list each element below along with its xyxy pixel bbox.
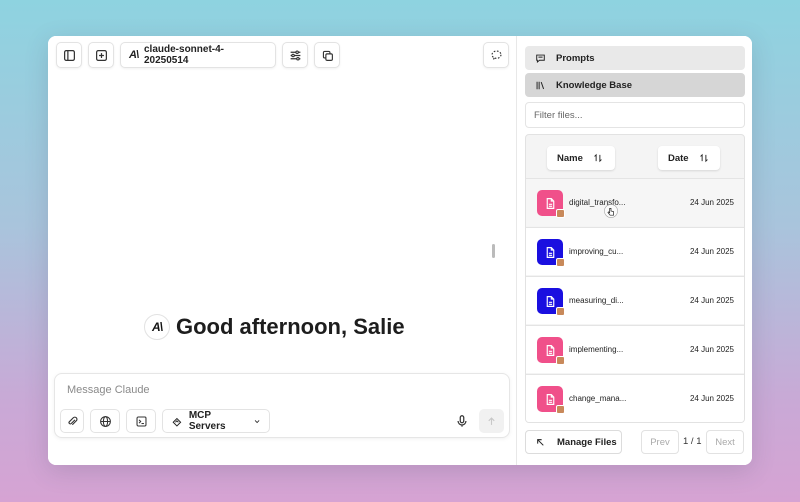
nav-prompts[interactable]: Prompts bbox=[525, 46, 745, 70]
file-type-badge bbox=[556, 405, 565, 414]
side-panel: Prompts Knowledge Base Name Date digital… bbox=[516, 36, 752, 465]
lasso-select-button[interactable] bbox=[483, 42, 509, 68]
file-icon bbox=[537, 288, 565, 316]
prev-page-button[interactable]: Prev bbox=[641, 430, 679, 454]
file-type-badge bbox=[556, 209, 565, 218]
file-name: improving_cu... bbox=[569, 247, 624, 256]
globe-icon bbox=[99, 415, 111, 427]
greeting: A\ Good afternoon, Salie bbox=[144, 314, 405, 340]
file-icon bbox=[537, 337, 565, 365]
file-list: Name Date digital_transfo... 24 Jun 2025 i… bbox=[525, 134, 745, 423]
file-date: 24 Jun 2025 bbox=[689, 296, 734, 305]
manage-files-label: Manage Files bbox=[557, 436, 617, 448]
new-chat-button[interactable] bbox=[88, 42, 114, 68]
sidebar-icon bbox=[63, 49, 75, 61]
app-window: A\ claude-sonnet-4-20250514 A\ Good afte… bbox=[48, 36, 752, 465]
file-date: 24 Jun 2025 bbox=[689, 247, 734, 256]
scrollbar[interactable] bbox=[492, 244, 495, 258]
copy-icon bbox=[322, 50, 333, 61]
sort-by-name-button[interactable]: Name bbox=[547, 146, 615, 170]
terminal-icon bbox=[136, 416, 146, 426]
date-column-header: Date bbox=[668, 152, 689, 164]
model-selector-button[interactable]: A\ claude-sonnet-4-20250514 bbox=[120, 42, 276, 68]
manage-files-button[interactable]: Manage Files bbox=[525, 430, 622, 454]
sort-by-date-button[interactable]: Date bbox=[658, 146, 720, 170]
paperclip-icon bbox=[67, 416, 77, 425]
file-icon bbox=[537, 239, 565, 267]
message-input[interactable] bbox=[67, 384, 447, 396]
microphone-icon bbox=[457, 415, 467, 427]
chevron-down-icon bbox=[254, 419, 260, 423]
file-row[interactable]: digital_transfo... 24 Jun 2025 bbox=[526, 178, 744, 226]
file-icon bbox=[537, 190, 565, 218]
sliders-icon bbox=[290, 49, 300, 61]
greeting-text: Good afternoon, Salie bbox=[176, 314, 405, 339]
file-icon bbox=[537, 386, 565, 414]
library-icon bbox=[536, 81, 545, 89]
attach-button[interactable] bbox=[60, 409, 84, 433]
file-row[interactable]: measuring_di... 24 Jun 2025 bbox=[526, 276, 744, 324]
file-name: measuring_di... bbox=[569, 296, 624, 305]
file-name: change_mana... bbox=[569, 394, 627, 403]
file-type-badge bbox=[556, 258, 565, 267]
mcp-servers-dropdown[interactable]: MCP Servers bbox=[162, 409, 270, 433]
sort-arrows-icon bbox=[594, 153, 602, 163]
file-date: 24 Jun 2025 bbox=[689, 198, 734, 207]
chat-panel: A\ claude-sonnet-4-20250514 A\ Good afte… bbox=[48, 36, 516, 465]
web-search-button[interactable] bbox=[90, 409, 120, 433]
nav-prompts-label: Prompts bbox=[556, 52, 595, 64]
hand-cursor-icon bbox=[604, 204, 618, 218]
name-column-header: Name bbox=[557, 152, 583, 164]
sort-arrows-icon bbox=[699, 153, 708, 163]
anthropic-logo-icon: A\ bbox=[129, 49, 139, 61]
copy-button[interactable] bbox=[314, 42, 340, 68]
filter-files-input[interactable] bbox=[525, 102, 745, 128]
file-date: 24 Jun 2025 bbox=[689, 394, 734, 403]
file-row[interactable]: improving_cu... 24 Jun 2025 bbox=[526, 227, 744, 275]
file-row[interactable]: implementing... 24 Jun 2025 bbox=[526, 325, 744, 373]
file-type-badge bbox=[556, 356, 565, 365]
file-date: 24 Jun 2025 bbox=[689, 345, 734, 354]
file-row[interactable]: change_mana... 24 Jun 2025 bbox=[526, 374, 744, 422]
arrow-up-icon bbox=[488, 416, 495, 425]
mcp-icon bbox=[172, 417, 182, 427]
toggle-sidebar-button[interactable] bbox=[56, 42, 82, 68]
claude-logo-icon: A\ bbox=[144, 314, 170, 340]
page-indicator: 1 / 1 bbox=[683, 436, 702, 447]
message-square-icon bbox=[536, 54, 545, 63]
send-button[interactable] bbox=[479, 409, 504, 433]
mcp-servers-label: MCP Servers bbox=[188, 410, 226, 432]
nav-knowledge-base-label: Knowledge Base bbox=[556, 79, 633, 91]
file-name: implementing... bbox=[569, 345, 624, 354]
next-page-button[interactable]: Next bbox=[706, 430, 744, 454]
file-type-badge bbox=[556, 307, 565, 316]
terminal-button[interactable] bbox=[126, 409, 156, 433]
voice-input-button[interactable] bbox=[453, 412, 471, 430]
settings-button[interactable] bbox=[282, 42, 308, 68]
message-composer: MCP Servers bbox=[54, 373, 510, 438]
arrow-up-left-icon bbox=[537, 438, 544, 446]
nav-knowledge-base[interactable]: Knowledge Base bbox=[525, 73, 745, 97]
model-name: claude-sonnet-4-20250514 bbox=[144, 44, 225, 66]
lasso-icon bbox=[490, 49, 502, 61]
plus-square-icon bbox=[95, 49, 107, 61]
